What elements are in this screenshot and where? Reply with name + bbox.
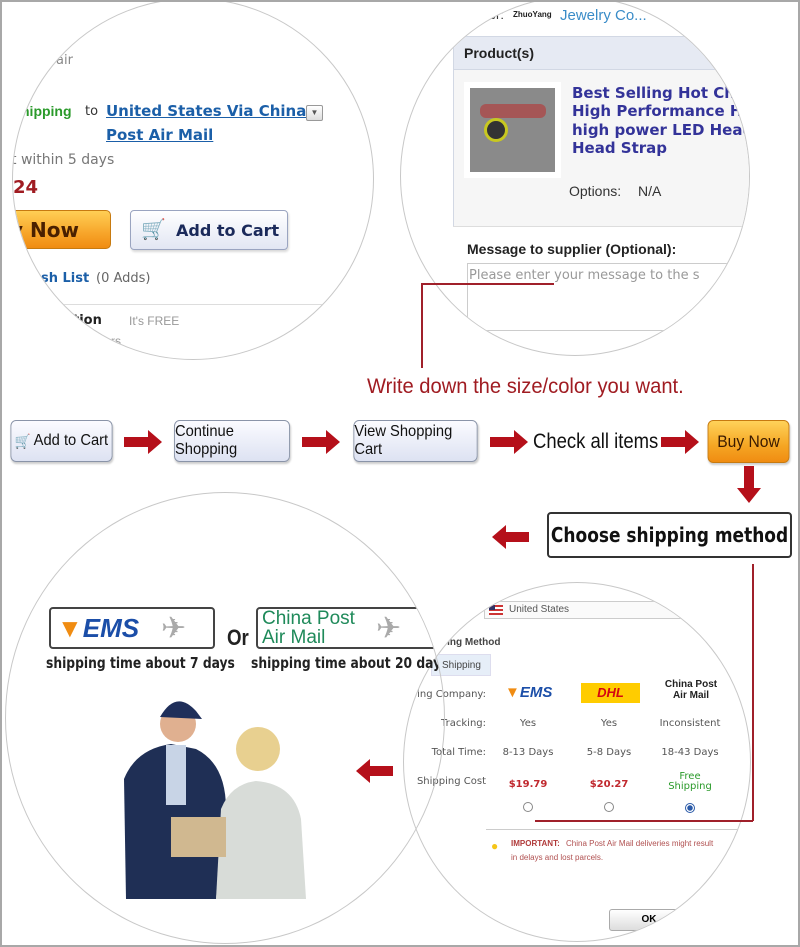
- important-text: China Post Air Mail deliveries might res…: [566, 839, 714, 848]
- divider: [26, 304, 336, 305]
- ems-time: 8-13 Days: [502, 747, 554, 758]
- wish-list-link[interactable]: sh List: [41, 271, 89, 286]
- product-page-zoom: air hipping to United States Via China P…: [12, 0, 374, 360]
- arrow-right-icon: [302, 430, 340, 454]
- china-post-line1: China Post: [262, 608, 355, 629]
- chinapost-radio[interactable]: [685, 803, 695, 813]
- supplier-label: lier:: [483, 7, 504, 22]
- divider: [453, 226, 749, 227]
- message-textarea[interactable]: Please enter your message to the s: [467, 263, 749, 331]
- chinapost-shipping-time: shipping time about 20 days: [251, 654, 445, 672]
- delivery-zoom: ▼EMS ✈ Or China Post Air Mail ✈ shipping…: [5, 492, 445, 944]
- country-value: United States: [509, 604, 570, 615]
- airplane-icon: ✈: [376, 612, 402, 645]
- divider: [486, 829, 746, 830]
- connector-line: [535, 820, 753, 822]
- rs-fragment: rs: [111, 334, 121, 348]
- price: 24: [13, 177, 39, 198]
- important-label: IMPORTANT:: [511, 839, 560, 848]
- china-post-line2: Air Mail: [262, 627, 326, 648]
- protection-note: It's FREE: [129, 314, 180, 328]
- supplier-name-link[interactable]: Jewelry Co...: [560, 7, 647, 24]
- lightbulb-icon: ●: [491, 839, 499, 853]
- product-title-line[interactable]: High Performance He: [572, 102, 749, 120]
- message-placeholder: Please enter your message to the s: [469, 268, 700, 283]
- ems-logo: ▼EMS: [505, 684, 553, 701]
- or-label: Or: [227, 625, 249, 650]
- add-to-cart-label: Add to Cart: [176, 221, 280, 240]
- airplane-icon: ✈: [161, 612, 187, 645]
- ok-button[interactable]: OK: [609, 909, 689, 931]
- message-label: Message to supplier (Optional):: [467, 241, 677, 257]
- options-label: Options:: [569, 183, 622, 199]
- arrow-right-icon: [490, 430, 528, 454]
- connector-line: [421, 283, 423, 368]
- connector-line: [421, 283, 554, 285]
- cart-icon: 🛒: [14, 432, 31, 449]
- chinapost-time: 18-43 Days: [661, 747, 719, 758]
- products-header-label: Product(s): [464, 45, 534, 61]
- add-to-cart-label: Add to Cart: [33, 432, 109, 449]
- buyer-protection-label: tion: [73, 313, 102, 328]
- arrow-left-icon: [492, 525, 529, 549]
- dhl-time: 5-8 Days: [586, 747, 632, 758]
- check-all-items-label: Check all items: [533, 430, 659, 453]
- supplier-small: ZhuoYang: [513, 10, 552, 19]
- dhl-radio[interactable]: [604, 802, 614, 812]
- buy-now-button[interactable]: y Now: [12, 210, 111, 249]
- buy-now-label: y Now: [12, 218, 79, 242]
- connector-line: [752, 564, 754, 821]
- dhl-logo: DHL: [581, 683, 640, 703]
- product-title-line[interactable]: high power LED Head: [572, 121, 749, 139]
- product-title-line[interactable]: Head Strap: [572, 139, 667, 157]
- air-fragment: air: [56, 53, 73, 68]
- delivery-time: t within 5 days: [12, 152, 115, 168]
- ems-shipping-time: shipping time about 7 days: [46, 654, 235, 672]
- important-text: in delays and lost parcels.: [511, 853, 604, 862]
- arrow-left-icon: [356, 759, 393, 783]
- annotation-text: Write down the size/color you want.: [367, 375, 684, 398]
- product-title-line[interactable]: Best Selling Hot Chi: [572, 84, 740, 102]
- shipping-method-title: ping Method: [441, 637, 501, 648]
- view-shopping-cart-button[interactable]: View Shopping Cart: [353, 420, 478, 462]
- shipping-method-link[interactable]: Post Air Mail: [106, 126, 213, 144]
- shipping-method-zoom: United States ping Method Shipping pping…: [403, 582, 751, 942]
- ems-radio[interactable]: [523, 802, 533, 812]
- shipping-destination-link[interactable]: United States Via China: [106, 102, 306, 120]
- continue-shopping-button[interactable]: Continue Shopping: [174, 420, 290, 462]
- ems-tracking: Yes: [519, 718, 537, 729]
- courier-delivery-image: [124, 701, 306, 899]
- china-post-logo-box: China Post Air Mail ✈: [256, 607, 437, 649]
- arrow-right-icon: [661, 430, 699, 454]
- flow-add-to-cart-button[interactable]: 🛒 Add to Cart: [10, 420, 113, 462]
- ems-cost: $19.79: [508, 779, 548, 790]
- product-thumbnail[interactable]: [464, 82, 561, 178]
- free-shipping-label: hipping: [21, 103, 72, 119]
- order-page-zoom: lier: ZhuoYang Jewelry Co... Product(s) …: [400, 0, 750, 356]
- chinapost-tracking: Inconsistent: [659, 718, 721, 729]
- products-header: Product(s): [453, 36, 749, 70]
- us-flag-icon: [489, 605, 503, 615]
- country-select[interactable]: United States: [484, 601, 684, 619]
- options-value: N/A: [638, 183, 662, 199]
- choose-shipping-label: Choose shipping method: [550, 523, 789, 547]
- dhl-tracking: Yes: [600, 718, 618, 729]
- chinapost-cost: Free Shipping: [668, 771, 712, 792]
- arrow-down-icon: [737, 466, 761, 503]
- add-to-cart-button[interactable]: 🛒 Add to Cart: [130, 210, 288, 250]
- china-post-logo: China Post Air Mail: [664, 679, 718, 701]
- dhl-cost: $20.27: [589, 779, 629, 790]
- to-label: to: [85, 104, 99, 119]
- flow-buy-now-button[interactable]: Buy Now: [707, 420, 790, 463]
- cart-icon: 🛒: [141, 219, 166, 241]
- wish-count: (0 Adds): [96, 271, 151, 286]
- tab-shipping-label: Shipping: [442, 660, 481, 671]
- shipping-dropdown[interactable]: ▼: [306, 105, 323, 121]
- ems-logo-box: ▼EMS ✈: [49, 607, 215, 649]
- arrow-right-icon: [124, 430, 162, 454]
- choose-shipping-box: Choose shipping method: [547, 512, 792, 558]
- ems-logo: ▼EMS: [57, 613, 140, 643]
